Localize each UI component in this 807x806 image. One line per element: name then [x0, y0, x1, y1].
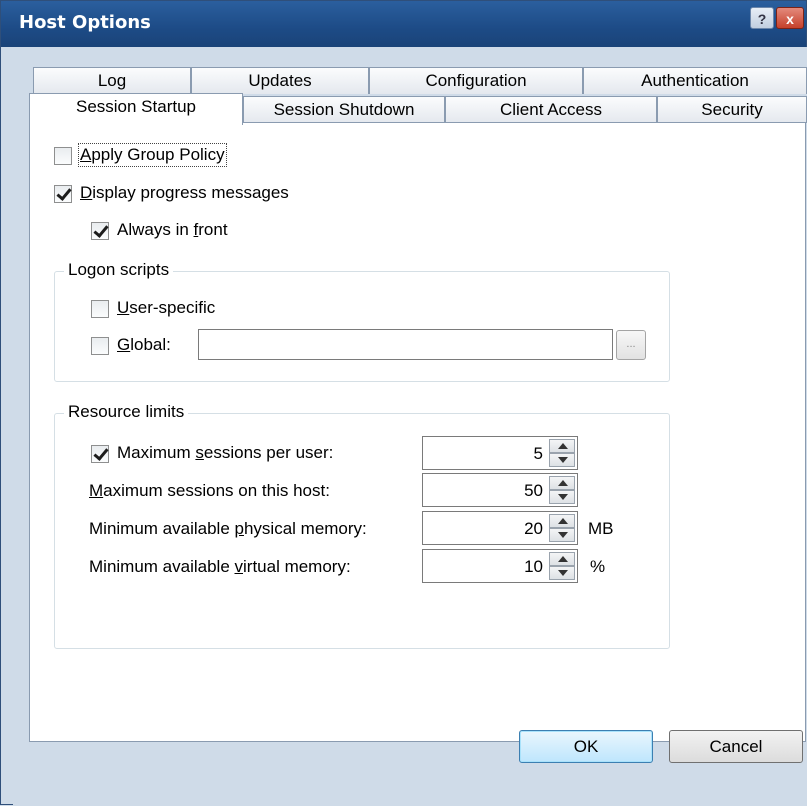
- dialog-client-area: Log Updates Configuration Authentication…: [13, 47, 807, 806]
- window-title: Host Options: [19, 12, 151, 33]
- session-startup-panel: Apply Group Policy Display progress mess…: [29, 122, 806, 742]
- spin-down-icon[interactable]: [549, 490, 575, 504]
- max-sessions-host-value[interactable]: 50: [524, 481, 543, 501]
- cancel-button[interactable]: Cancel: [669, 730, 803, 763]
- always-in-front-checkbox[interactable]: [91, 222, 109, 240]
- logon-scripts-title: Logon scripts: [64, 260, 174, 280]
- spin-up-icon[interactable]: [549, 552, 575, 566]
- min-virtual-label: Minimum available virtual memory:: [89, 557, 351, 576]
- max-sessions-host-spinner[interactable]: 50: [422, 473, 578, 507]
- spin-down-icon[interactable]: [549, 453, 575, 467]
- tab-session-startup[interactable]: Session Startup: [29, 93, 243, 125]
- user-specific-label[interactable]: User-specific: [117, 298, 215, 318]
- max-sessions-user-value[interactable]: 5: [534, 444, 543, 464]
- min-virtual-spinner[interactable]: 10: [422, 549, 578, 583]
- tab-configuration[interactable]: Configuration: [369, 67, 583, 94]
- global-script-input[interactable]: [198, 329, 613, 360]
- min-physical-label: Minimum available physical memory:: [89, 519, 367, 538]
- ok-button[interactable]: OK: [519, 730, 653, 763]
- user-specific-checkbox[interactable]: [91, 300, 109, 318]
- spin-up-icon[interactable]: [549, 439, 575, 453]
- always-in-front-label[interactable]: Always in front: [117, 220, 228, 240]
- min-physical-spinner[interactable]: 20: [422, 511, 578, 545]
- max-sessions-user-label[interactable]: Maximum sessions per user:: [117, 443, 333, 463]
- global-label[interactable]: Global:: [117, 335, 171, 355]
- browse-button[interactable]: ...: [616, 330, 646, 360]
- apply-group-policy-label[interactable]: Apply Group Policy: [78, 143, 227, 167]
- min-physical-unit: MB: [588, 519, 614, 538]
- global-checkbox[interactable]: [91, 337, 109, 355]
- resource-limits-title: Resource limits: [64, 402, 189, 422]
- close-button[interactable]: x: [776, 7, 804, 29]
- apply-group-policy-checkbox[interactable]: [54, 147, 72, 165]
- logon-scripts-group: [54, 271, 670, 382]
- min-virtual-unit: %: [590, 557, 606, 576]
- display-progress-checkbox[interactable]: [54, 185, 72, 203]
- spin-down-icon[interactable]: [549, 528, 575, 542]
- tab-security[interactable]: Security: [657, 96, 807, 123]
- min-virtual-value[interactable]: 10: [524, 557, 543, 577]
- max-sessions-host-label: Maximum sessions on this host:: [89, 481, 330, 500]
- tab-session-shutdown[interactable]: Session Shutdown: [243, 96, 445, 123]
- tab-log[interactable]: Log: [33, 67, 191, 94]
- tab-authentication[interactable]: Authentication: [583, 67, 807, 94]
- spin-down-icon[interactable]: [549, 566, 575, 580]
- title-bar[interactable]: Host Options ? x: [1, 1, 806, 47]
- host-options-dialog: Host Options ? x Log Updates Configurati…: [0, 0, 807, 806]
- spin-up-icon[interactable]: [549, 476, 575, 490]
- max-sessions-user-spinner[interactable]: 5: [422, 436, 578, 470]
- spin-up-icon[interactable]: [549, 514, 575, 528]
- display-progress-label[interactable]: Display progress messages: [80, 183, 289, 203]
- tab-client-access[interactable]: Client Access: [445, 96, 657, 123]
- max-sessions-user-checkbox[interactable]: [91, 445, 109, 463]
- min-physical-value[interactable]: 20: [524, 519, 543, 539]
- help-button[interactable]: ?: [750, 7, 774, 29]
- tab-updates[interactable]: Updates: [191, 67, 369, 94]
